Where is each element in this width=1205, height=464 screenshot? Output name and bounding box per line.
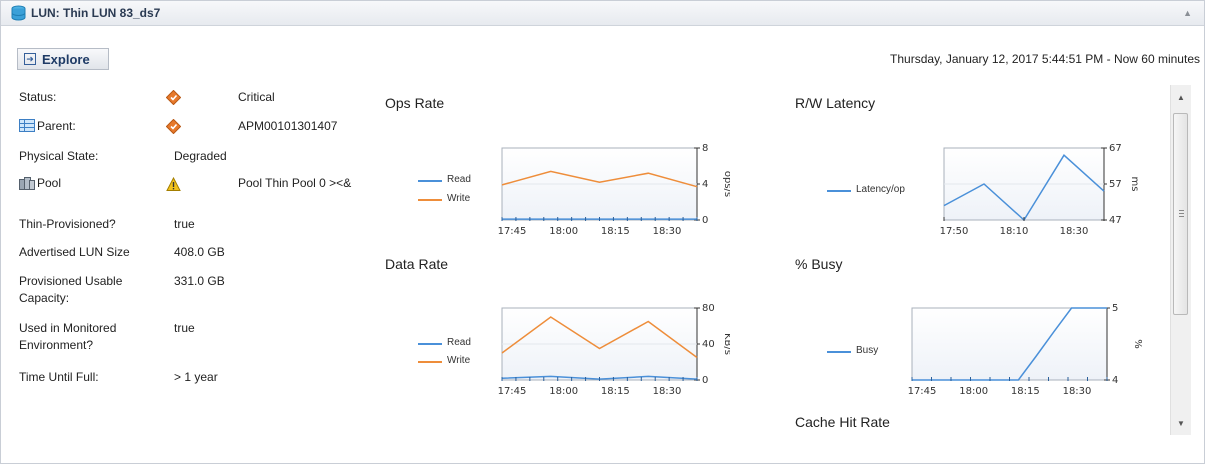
x-tick-label: 18:30 <box>1063 386 1092 397</box>
storage-array-icon <box>19 119 35 132</box>
scroll-down-icon[interactable]: ▼ <box>1177 419 1185 428</box>
data-rate-chart: 80 40 0 KB/s 17:45 18:00 18:15 18:30 <box>498 303 730 397</box>
legend-write-2: Write <box>447 355 471 366</box>
x-tick-label: 18:10 <box>1000 226 1029 237</box>
thin-provisioned-label: Thin-Provisioned? <box>19 217 116 231</box>
scroll-up-icon[interactable]: ▲ <box>1177 93 1185 102</box>
rw-latency-title: R/W Latency <box>795 95 876 111</box>
y-tick-label: 8 <box>702 143 708 154</box>
x-tick-label: 18:00 <box>549 386 578 397</box>
cache-hit-title: Cache Hit Rate <box>795 414 890 430</box>
y-tick-label: 4 <box>702 179 708 190</box>
legend-read-swatch <box>418 180 442 182</box>
pool-value[interactable]: Pool Thin Pool 0 ><& <box>238 175 351 192</box>
scroll-thumb[interactable] <box>1173 113 1188 315</box>
legend-write-swatch <box>418 199 442 201</box>
provisioned-capacity-label-2: Capacity: <box>19 291 70 305</box>
vertical-scrollbar[interactable]: ▲ ▼ <box>1170 85 1191 435</box>
panel-title: LUN: Thin LUN 83_ds7 <box>31 6 161 20</box>
y-tick-label: 40 <box>702 339 715 350</box>
legend-read-2: Read <box>447 337 471 348</box>
x-tick-label: 18:00 <box>959 386 988 397</box>
monitored-label: Used in Monitored <box>19 321 117 335</box>
x-tick-label: 18:30 <box>653 386 682 397</box>
collapse-icon[interactable]: ▲ <box>1183 8 1192 18</box>
x-tick-label: 17:50 <box>940 226 969 237</box>
y-tick-label: 5 <box>1112 303 1118 314</box>
y-tick-label: 4 <box>1112 375 1118 386</box>
advertised-size-value: 408.0 GB <box>174 245 225 259</box>
explore-label: Explore <box>42 52 90 67</box>
physical-state-value: Degraded <box>174 149 227 163</box>
x-tick-label: 18:30 <box>653 226 682 237</box>
x-tick-label: 18:15 <box>1011 386 1040 397</box>
rw-latency-chart: 67 57 47 ms 17:50 18:10 18:30 <box>940 143 1140 237</box>
pool-icon <box>19 177 35 190</box>
legend-latency: Latency/op <box>856 184 905 195</box>
busy-chart: 5 4% 17:45 18:00 18:15 18:30 <box>908 303 1143 397</box>
status-label: Status: <box>19 90 57 104</box>
unit-label: ops/s <box>722 171 730 197</box>
panel-header[interactable]: LUN: Thin LUN 83_ds7 ▲ <box>1 1 1204 26</box>
x-tick-label: 18:00 <box>549 226 578 237</box>
unit-label: % <box>1132 339 1143 349</box>
provisioned-capacity-value: 331.0 GB <box>174 274 225 288</box>
legend-busy-swatch <box>827 351 851 353</box>
explore-icon: ➜ <box>24 53 36 65</box>
status-value: Critical <box>238 90 275 104</box>
unit-label: KB/s <box>722 333 730 355</box>
monitored-label-2: Environment? <box>19 338 94 352</box>
time-until-full-label: Time Until Full: <box>19 370 99 384</box>
legend-busy: Busy <box>856 345 879 356</box>
provisioned-capacity-label: Provisioned Usable <box>19 274 123 288</box>
x-tick-label: 17:45 <box>498 226 527 237</box>
legend-read: Read <box>447 174 471 185</box>
ops-rate-chart: 8 4 0 ops/s 17:45 18:00 18:15 18:30 <box>498 143 730 237</box>
x-tick-label: 17:45 <box>908 386 937 397</box>
time-until-full-value: > 1 year <box>174 370 218 384</box>
legend-write: Write <box>447 193 471 204</box>
grip-icon <box>1179 210 1184 219</box>
x-tick-label: 18:30 <box>1060 226 1089 237</box>
critical-icon <box>166 119 181 134</box>
y-tick-label: 57 <box>1109 179 1122 190</box>
y-tick-label: 47 <box>1109 215 1122 226</box>
x-tick-label: 18:15 <box>601 226 630 237</box>
physical-state-label: Physical State: <box>19 149 99 163</box>
unit-label: ms <box>1129 177 1140 192</box>
legend-write-swatch-2 <box>418 361 442 363</box>
parent-value[interactable]: APM00101301407 <box>238 118 337 135</box>
time-range[interactable]: Thursday, January 12, 2017 5:44:51 PM - … <box>890 52 1200 66</box>
y-tick-label: 0 <box>702 215 708 226</box>
lun-cylinder-icon <box>11 5 26 21</box>
x-tick-label: 18:15 <box>601 386 630 397</box>
y-tick-label: 67 <box>1109 143 1122 154</box>
plot-area <box>911 307 1108 381</box>
y-tick-label: 80 <box>702 303 715 314</box>
advertised-size-label: Advertised LUN Size <box>19 245 130 259</box>
y-tick-label: 0 <box>702 375 708 386</box>
critical-icon <box>166 90 181 105</box>
legend-read-swatch-2 <box>418 343 442 345</box>
ops-rate-title: Ops Rate <box>385 95 445 111</box>
x-tick-label: 17:45 <box>498 386 527 397</box>
explore-button[interactable]: ➜ Explore <box>17 48 109 70</box>
monitored-value: true <box>174 321 195 335</box>
parent-link[interactable]: Parent: <box>37 118 76 135</box>
data-rate-title: Data Rate <box>385 256 449 272</box>
legend-latency-swatch <box>827 190 851 192</box>
busy-title: % Busy <box>795 256 843 272</box>
thin-provisioned-value: true <box>174 217 195 231</box>
warning-icon <box>166 177 181 191</box>
pool-link[interactable]: Pool <box>37 175 61 192</box>
